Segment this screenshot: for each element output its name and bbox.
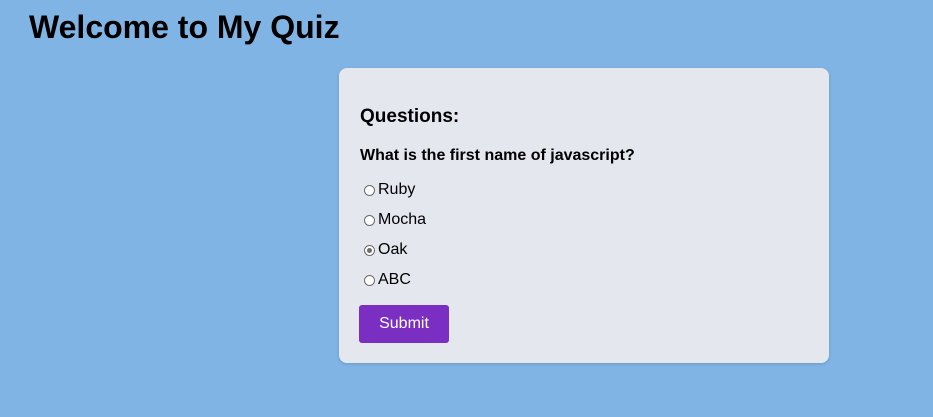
- questions-heading: Questions:: [360, 106, 460, 127]
- quiz-card: Questions: What is the first name of jav…: [339, 68, 829, 363]
- option-abc[interactable]: ABC: [364, 265, 426, 295]
- radio-ruby[interactable]: [364, 184, 375, 196]
- submit-button[interactable]: Submit: [359, 305, 449, 343]
- page-title: Welcome to My Quiz: [29, 9, 340, 45]
- question-text: What is the first name of javascript?: [360, 147, 635, 164]
- radio-oak[interactable]: [364, 244, 375, 256]
- option-label: Ruby: [378, 181, 416, 198]
- option-oak[interactable]: Oak: [364, 235, 426, 265]
- option-ruby[interactable]: Ruby: [364, 175, 426, 205]
- option-label: Mocha: [378, 211, 427, 228]
- option-mocha[interactable]: Mocha: [364, 205, 426, 235]
- option-label: ABC: [378, 271, 411, 288]
- option-label: Oak: [378, 241, 408, 258]
- radio-mocha[interactable]: [364, 214, 375, 226]
- answer-options: Ruby Mocha Oak ABC: [364, 175, 426, 295]
- radio-abc[interactable]: [364, 274, 375, 286]
